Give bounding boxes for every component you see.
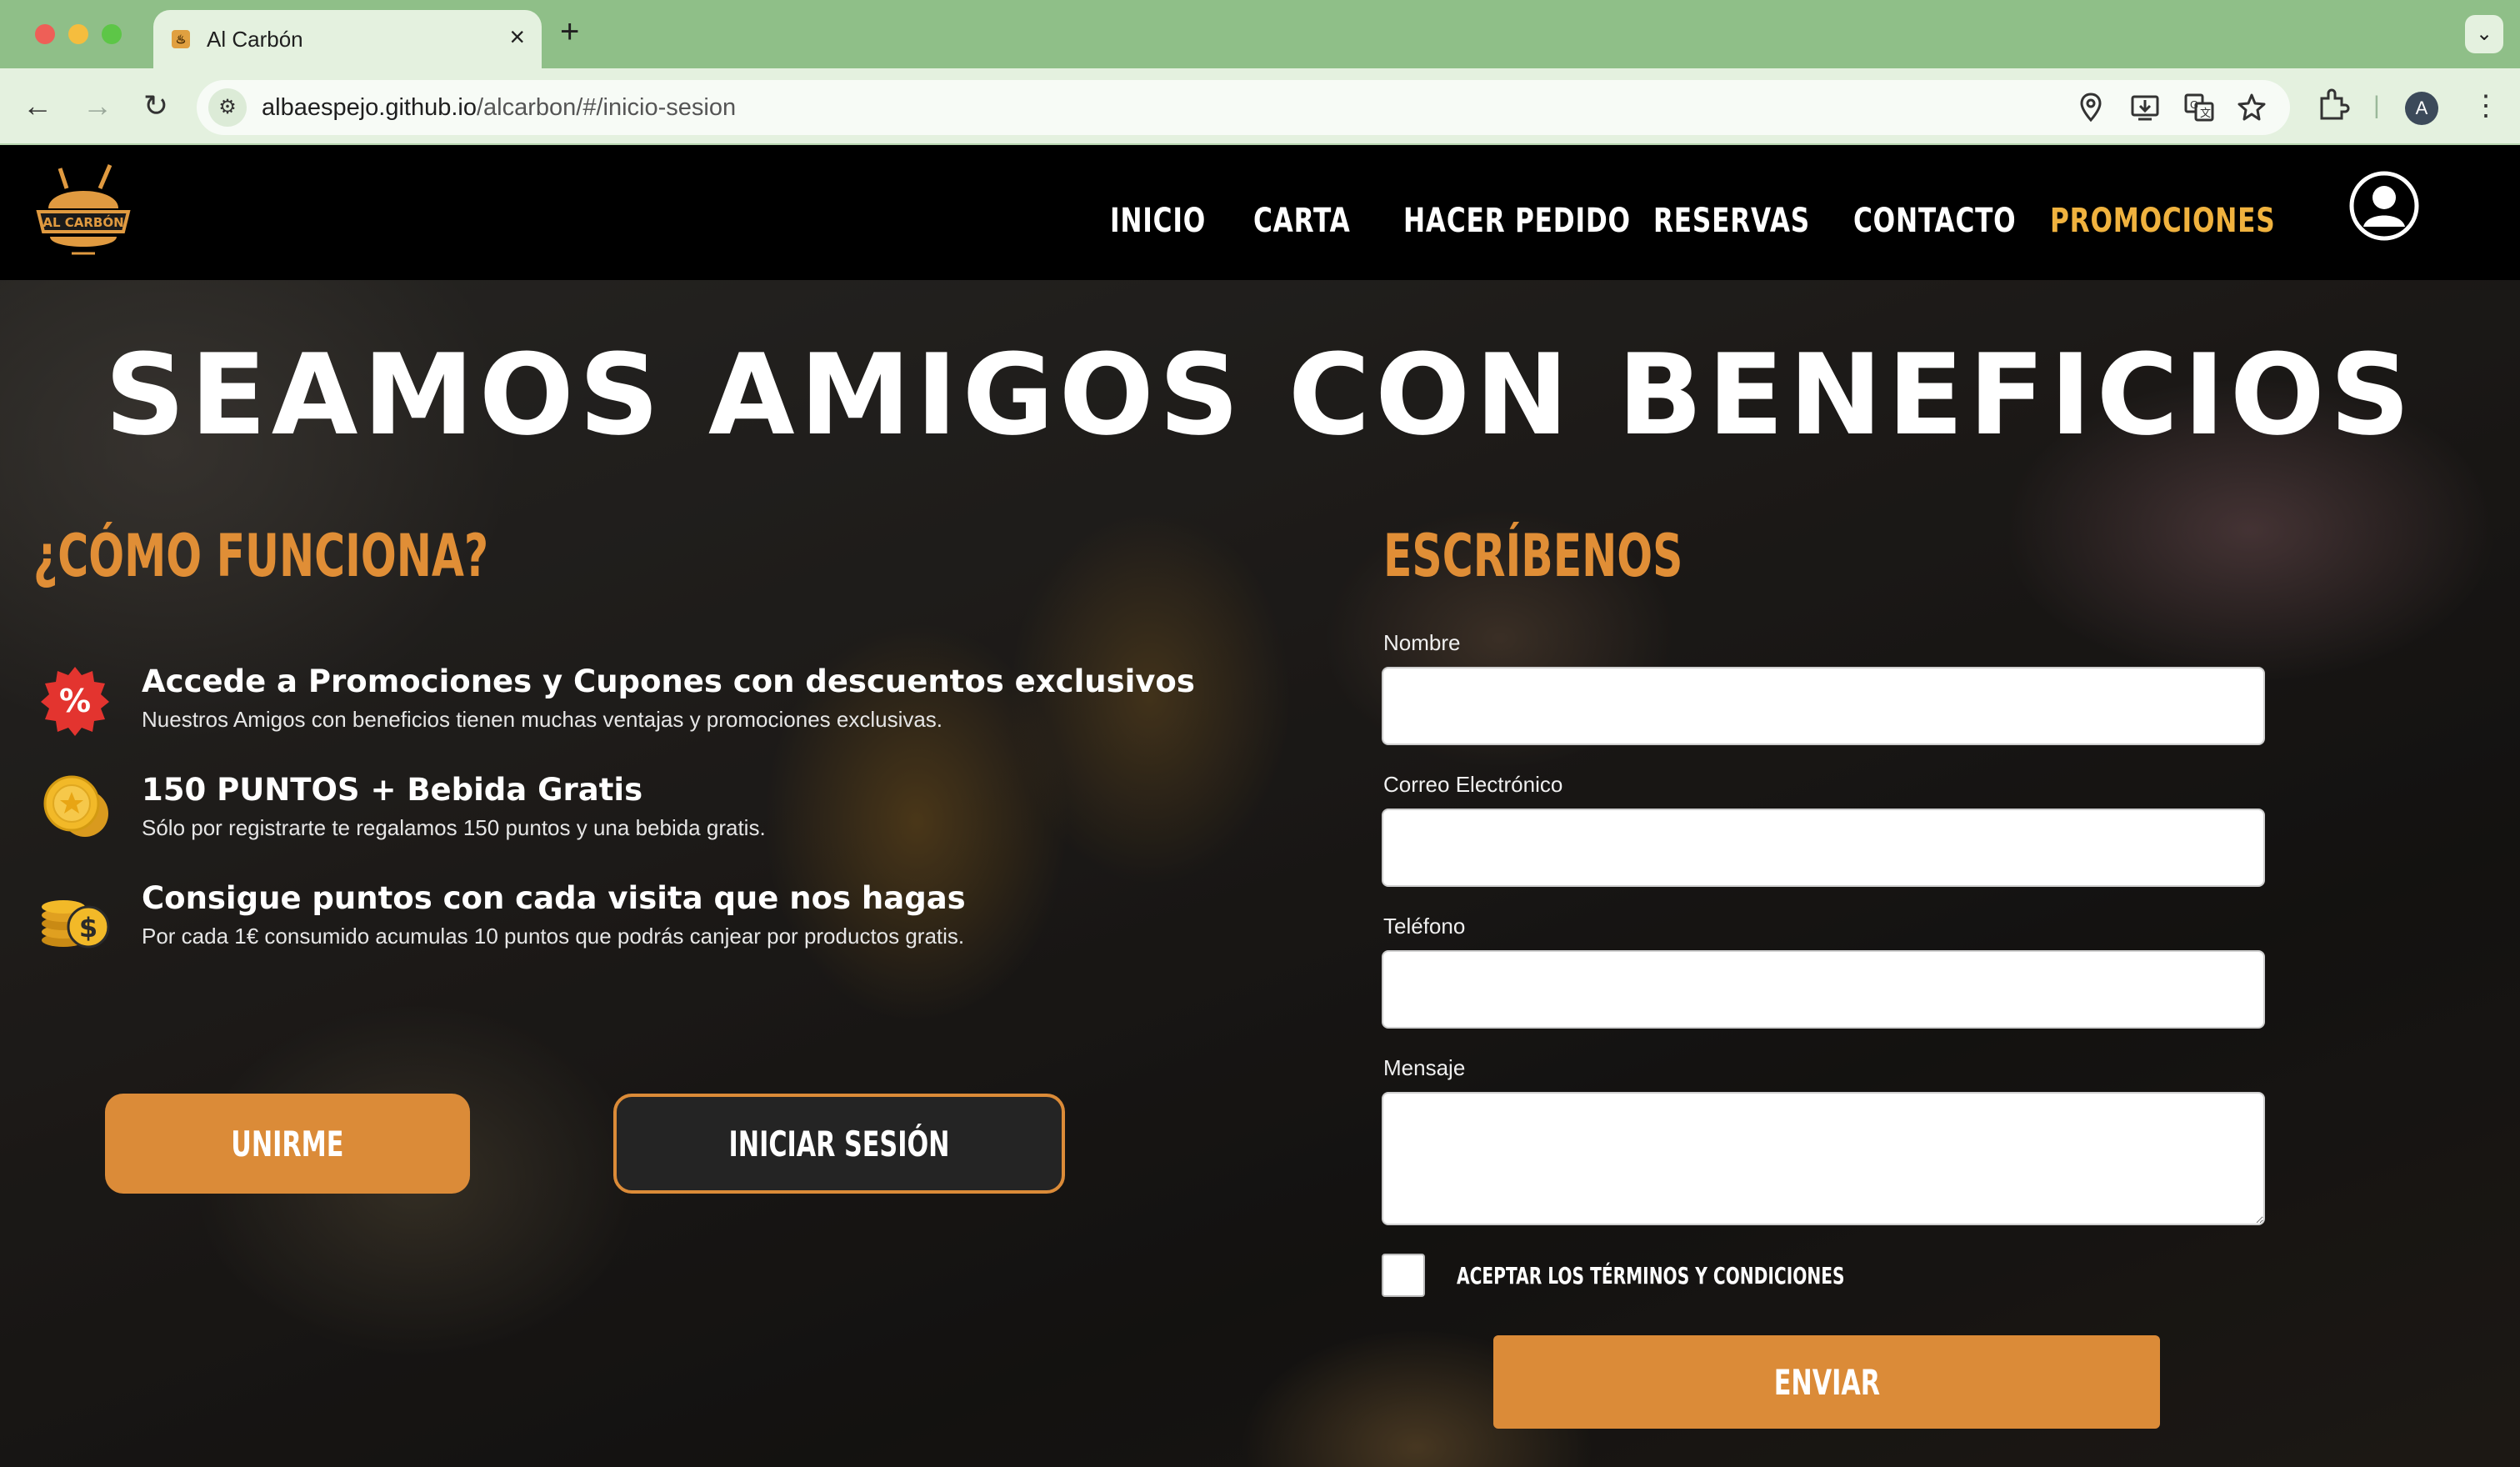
nav-item-hacer-pedido[interactable]: HACER PEDIDO — [1403, 202, 1631, 240]
svg-text:AL CARBÓN: AL CARBÓN — [42, 214, 123, 230]
benefit-title: 150 PUNTOS + Bebida Gratis — [142, 772, 643, 808]
email-field[interactable] — [1382, 809, 2265, 887]
toolbar-divider: | — [2373, 92, 2380, 119]
gold-coins-icon — [38, 772, 112, 845]
submit-button-label: ENVIAR — [1773, 1361, 1880, 1403]
forward-arrow-icon[interactable]: → — [78, 87, 117, 125]
benefit-item: % Accede a Promociones y Cupones con des… — [38, 663, 1195, 755]
name-field-label: Nombre — [1383, 630, 1461, 655]
profile-avatar[interactable]: A — [2405, 92, 2438, 125]
phone-field-label: Teléfono — [1383, 914, 1466, 939]
tab-title: Al Carbón — [207, 27, 303, 52]
nav-item-carta[interactable]: CARTA — [1253, 202, 1351, 240]
nav-item-contacto[interactable]: CONTACTO — [1853, 202, 2016, 240]
reload-icon[interactable]: ↻ — [137, 87, 175, 125]
message-field-label: Mensaje — [1383, 1055, 1466, 1080]
url-host: albaespejo.github.io — [262, 94, 477, 121]
translate-icon[interactable]: G文 — [2183, 92, 2215, 132]
window-minimize-button[interactable] — [68, 24, 88, 44]
benefit-title: Consigue puntos con cada visita que nos … — [142, 880, 966, 916]
user-account-icon[interactable] — [2348, 170, 2420, 242]
nav-item-promociones[interactable]: PROMOCIONES — [2050, 202, 2275, 240]
benefit-description: Nuestros Amigos con beneficios tienen mu… — [142, 707, 943, 732]
page-title: SEAMOS AMIGOS CON BENEFICIOS — [104, 330, 2416, 460]
site-header: AL CARBÓN INICIO CARTA HACER PEDIDO RESE… — [0, 145, 2520, 280]
address-bar[interactable]: ⚙ albaespejo.github.io/alcarbon/#/inicio… — [197, 80, 2290, 135]
tab-close-icon[interactable]: × — [509, 23, 525, 50]
message-field[interactable] — [1382, 1092, 2265, 1225]
svg-text:文: 文 — [2200, 107, 2211, 119]
window-close-button[interactable] — [35, 24, 55, 44]
bookmark-star-icon[interactable] — [2237, 92, 2267, 132]
back-arrow-icon[interactable]: ← — [18, 87, 57, 125]
svg-text:G: G — [2190, 98, 2198, 111]
install-app-icon[interactable] — [2130, 92, 2160, 132]
favicon-icon: ♨ — [172, 30, 190, 48]
terms-checkbox[interactable] — [1382, 1254, 1425, 1297]
benefit-description: Sólo por registrarte te regalamos 150 pu… — [142, 815, 766, 840]
al-carbon-logo[interactable]: AL CARBÓN — [30, 160, 137, 265]
submit-button[interactable]: ENVIAR — [1493, 1335, 2160, 1429]
browser-tab[interactable]: ♨ Al Carbón × — [153, 10, 542, 68]
percent-badge-icon: % — [38, 663, 112, 737]
browser-tab-bar: ♨ Al Carbón × + ⌄ — [0, 0, 2520, 68]
extensions-icon[interactable] — [2317, 87, 2350, 135]
name-field[interactable] — [1382, 667, 2265, 745]
coin-stack-icon: $ — [38, 880, 112, 954]
url-text[interactable]: albaespejo.github.io/alcarbon/#/inicio-s… — [262, 94, 736, 122]
site-info-icon[interactable]: ⚙ — [208, 88, 247, 127]
tab-list-icon[interactable]: ⌄ — [2465, 15, 2503, 53]
nav-item-reservas[interactable]: RESERVAS — [1653, 202, 1810, 240]
svg-text:$: $ — [79, 912, 98, 944]
hero-section: SEAMOS AMIGOS CON BENEFICIOS ¿CÓMO FUNCI… — [0, 280, 2520, 1467]
window-zoom-button[interactable] — [102, 24, 122, 44]
browser-toolbar: ← → ↻ ⚙ albaespejo.github.io/alcarbon/#/… — [0, 68, 2520, 145]
url-path: /alcarbon/#/inicio-sesion — [476, 94, 737, 121]
benefit-item: $ Consigue puntos con cada visita que no… — [38, 880, 1122, 972]
join-button[interactable]: UNIRME — [105, 1094, 470, 1194]
join-button-label: UNIRME — [231, 1123, 344, 1164]
phone-field[interactable] — [1382, 950, 2265, 1029]
new-tab-icon[interactable]: + — [560, 15, 579, 48]
more-menu-icon[interactable]: ⋮ — [2472, 87, 2500, 125]
benefit-description: Por cada 1€ consumido acumulas 10 puntos… — [142, 924, 965, 949]
login-button[interactable]: INICIAR SESIÓN — [613, 1094, 1065, 1194]
nav-item-inicio[interactable]: INICIO — [1110, 202, 1206, 240]
terms-checkbox-label[interactable]: ACEPTAR LOS TÉRMINOS Y CONDICIONES — [1457, 1262, 1844, 1289]
benefit-item: 150 PUNTOS + Bebida Gratis Sólo por regi… — [38, 772, 1122, 864]
svg-text:%: % — [59, 683, 91, 719]
contact-form-heading: ESCRÍBENOS — [1383, 522, 1683, 590]
location-icon[interactable] — [2078, 92, 2103, 132]
email-field-label: Correo Electrónico — [1383, 772, 1563, 797]
login-button-label: INICIAR SESIÓN — [728, 1123, 950, 1164]
benefit-title: Accede a Promociones y Cupones con descu… — [142, 663, 1195, 699]
how-it-works-heading: ¿CÓMO FUNCIONA? — [33, 522, 489, 590]
